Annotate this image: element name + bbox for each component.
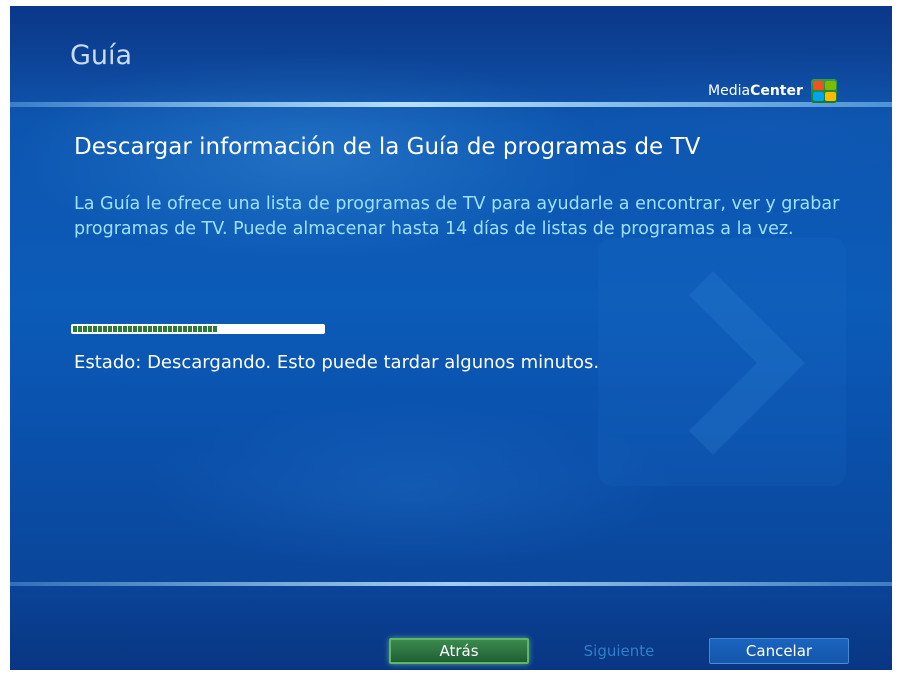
decorative-arrow-icon bbox=[598, 238, 846, 486]
progress-fill bbox=[73, 326, 218, 332]
back-button[interactable]: Atrás bbox=[389, 638, 529, 664]
next-button[interactable]: Siguiente bbox=[549, 638, 689, 664]
description-text: La Guía le ofrece una lista de programas… bbox=[74, 194, 840, 239]
cancel-button[interactable]: Cancelar bbox=[709, 638, 849, 664]
page-title: Guía bbox=[70, 40, 133, 71]
download-progress-bar bbox=[71, 324, 325, 334]
brand-text-light: Media bbox=[708, 83, 751, 99]
brand-text-bold: Center bbox=[750, 83, 803, 99]
status-text: Estado: Descargando. Esto puede tardar a… bbox=[74, 352, 600, 373]
header-divider bbox=[10, 102, 892, 107]
section-heading: Descargar información de la Guía de prog… bbox=[74, 134, 701, 160]
brand-text: MediaCenter bbox=[708, 83, 803, 99]
windows-flag-icon bbox=[810, 79, 837, 103]
media-center-logo: MediaCenter bbox=[708, 79, 837, 103]
media-center-screen: Guía MediaCenter Descargar información d… bbox=[10, 6, 892, 670]
